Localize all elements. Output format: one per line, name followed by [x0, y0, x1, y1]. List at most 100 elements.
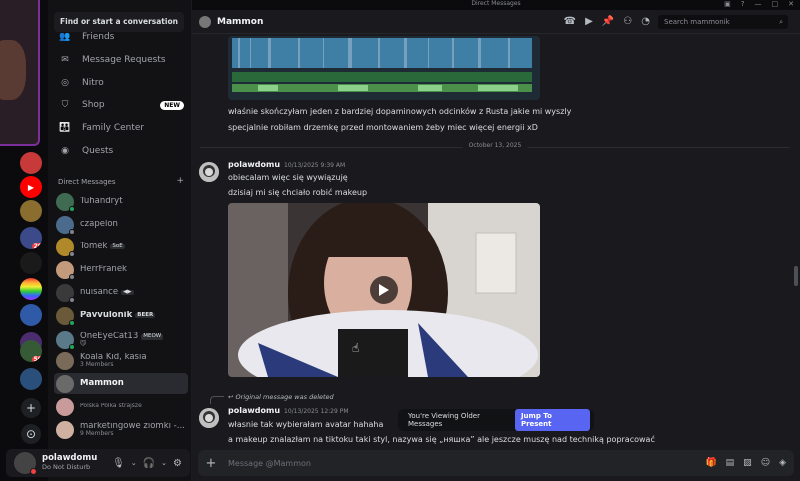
recipient-name[interactable]: Mammon: [217, 17, 263, 27]
nav-nitro[interactable]: ◎ Nitro: [54, 73, 188, 93]
youtube-server-icon[interactable]: ▶: [20, 176, 42, 198]
user-panel: polawdomu Do Not Disturb 🎙 ⌄ 🎧 ⌄ ⚙: [6, 449, 190, 477]
avatar: [56, 237, 75, 257]
user-profile-icon[interactable]: ◔: [641, 16, 650, 27]
message-text: obiecalam więc się wywiązuję: [228, 173, 348, 182]
avatar: [56, 260, 75, 280]
older-messages-banner: You're Viewing Older Messages Jump To Pr…: [398, 409, 594, 431]
message-author[interactable]: polawdomu 10/13/2025 12:29 PM: [228, 406, 349, 415]
avatar: [56, 215, 75, 235]
message-text: dzisiaj mi się chciało robić makeup: [228, 188, 368, 197]
pin-icon[interactable]: 📌: [602, 16, 614, 27]
clan-tag: ◀▶: [121, 288, 134, 296]
close-icon[interactable]: ✕: [788, 0, 794, 8]
gif-icon[interactable]: ▤: [726, 458, 735, 468]
message-text: właśnie skończyłam jeden z bardziej dopa…: [228, 107, 572, 116]
server-icon[interactable]: [20, 304, 42, 326]
author-avatar[interactable]: [199, 408, 219, 428]
shop-icon: ⛉: [61, 100, 69, 110]
maximize-icon[interactable]: □: [772, 0, 779, 8]
dm-item[interactable]: czapelon: [54, 214, 188, 235]
chat-area: Direct Messages ▣ ? — □ ✕ Mammon ☎ ▶ 📌 ⚇…: [192, 0, 800, 481]
group-avatar: [56, 351, 74, 370]
mouse-cursor: ☝: [352, 341, 360, 355]
apps-icon[interactable]: ◈: [779, 458, 786, 468]
reply-connector: [210, 396, 224, 404]
search-input[interactable]: Search mammonik ⌕: [658, 15, 788, 29]
dm-item[interactable]: HerrFranek: [54, 259, 188, 280]
chevron-down-icon[interactable]: ⌄: [161, 459, 167, 467]
help-icon[interactable]: ?: [741, 0, 745, 8]
dm-sidebar: Find or start a conversation 👥 Friends ✉…: [48, 0, 192, 481]
settings-gear-icon[interactable]: ⚙: [173, 458, 182, 469]
add-server-icon[interactable]: +: [21, 398, 41, 418]
scrollbar-thumb[interactable]: [794, 266, 798, 286]
server-icon[interactable]: [20, 368, 42, 390]
window-titlebar: Direct Messages ▣ ? — □ ✕: [192, 0, 800, 10]
message-timestamp: 10/13/2025 9:39 AM: [284, 162, 346, 169]
avatar: [56, 374, 74, 393]
video-call-icon[interactable]: ▶: [585, 16, 593, 27]
server-icon[interactable]: [20, 252, 42, 274]
message-text: specjalnie robiłam drzemkę przed montowa…: [228, 123, 538, 132]
server-icon[interactable]: [20, 200, 42, 222]
video-attachment[interactable]: [228, 203, 540, 377]
reply-icon: ↩: [228, 393, 234, 401]
message-text: a makeup znalazłam na tiktoku taki styl,…: [228, 435, 655, 444]
group-avatar: [56, 420, 74, 439]
dm-item[interactable]: Tuhandryt: [54, 191, 188, 212]
dm-item[interactable]: Koala Kid, kasia 3 Members: [54, 350, 188, 371]
add-friends-icon[interactable]: ⚇: [623, 16, 632, 27]
create-dm-button[interactable]: +: [176, 177, 184, 186]
author-avatar[interactable]: [199, 162, 219, 182]
clan-tag: SoE: [110, 242, 125, 250]
dm-section-header: Direct Messages +: [58, 176, 184, 187]
message-input[interactable]: Message @Mammon: [228, 459, 311, 468]
dm-item[interactable]: Polska Polka strajsze: [54, 396, 188, 417]
nav-friends[interactable]: 👥 Friends: [54, 27, 188, 47]
add-attachment-icon[interactable]: +: [204, 456, 218, 471]
microphone-icon[interactable]: 🎙: [112, 458, 125, 469]
avatar: [56, 283, 75, 303]
nav-quests[interactable]: ◉ Quests: [54, 141, 188, 161]
avatar: [56, 331, 75, 350]
jump-to-present-button[interactable]: Jump To Present: [514, 409, 590, 431]
friends-icon: 👥: [59, 32, 71, 42]
dm-item-active[interactable]: Mammon: [54, 373, 188, 394]
dm-item[interactable]: Tomek SoE: [54, 236, 188, 257]
attached-image[interactable]: [228, 36, 540, 100]
dm-item[interactable]: marketingowe ziomki -... 9 Members: [54, 419, 188, 440]
message-author[interactable]: polawdomu 10/13/2025 9:39 AM: [228, 160, 345, 169]
server-icon[interactable]: 20: [20, 227, 42, 249]
nav-family-center[interactable]: 👪 Family Center: [54, 118, 188, 138]
sticker-icon[interactable]: ▨: [743, 458, 752, 468]
message-text: własnie tak wybierałam avatar hahaha: [228, 420, 384, 429]
avatar: [56, 306, 75, 326]
server-icon[interactable]: [20, 278, 42, 300]
discover-icon[interactable]: ⊙: [21, 424, 41, 444]
family-icon: 👪: [59, 123, 71, 133]
webcam-overlay: [0, 0, 40, 146]
headphones-icon[interactable]: 🎧: [143, 458, 155, 469]
message-composer[interactable]: + Message @Mammon 🎁 ▤ ▨ ☺ ◈: [198, 450, 794, 476]
minimize-icon[interactable]: —: [755, 0, 762, 8]
gift-icon[interactable]: 🎁: [705, 458, 716, 468]
nav-message-requests[interactable]: ✉ Message Requests: [54, 50, 188, 70]
server-rail: ▶ 20 50 + ⊙: [0, 146, 48, 481]
user-avatar[interactable]: [14, 452, 37, 475]
server-icon[interactable]: 50: [20, 340, 42, 362]
dm-item[interactable]: nuisance ◀▶: [54, 282, 188, 303]
dnd-status: [30, 468, 37, 475]
emoji-icon[interactable]: ☺: [761, 458, 770, 468]
voice-call-icon[interactable]: ☎: [564, 16, 576, 27]
nav-shop[interactable]: ⛉ Shop NEW: [54, 95, 188, 115]
chevron-down-icon[interactable]: ⌄: [131, 459, 137, 467]
dm-item[interactable]: Pavvulonik BEER: [54, 305, 188, 326]
mail-icon: ✉: [61, 55, 69, 65]
inbox-icon[interactable]: ▣: [724, 0, 731, 8]
server-icon[interactable]: [20, 152, 42, 174]
date-divider: October 13, 2025: [200, 142, 790, 149]
chat-header: Mammon ☎ ▶ 📌 ⚇ ◔ Search mammonik ⌕: [192, 10, 800, 34]
play-button[interactable]: [370, 276, 398, 304]
recipient-avatar: [199, 15, 211, 28]
